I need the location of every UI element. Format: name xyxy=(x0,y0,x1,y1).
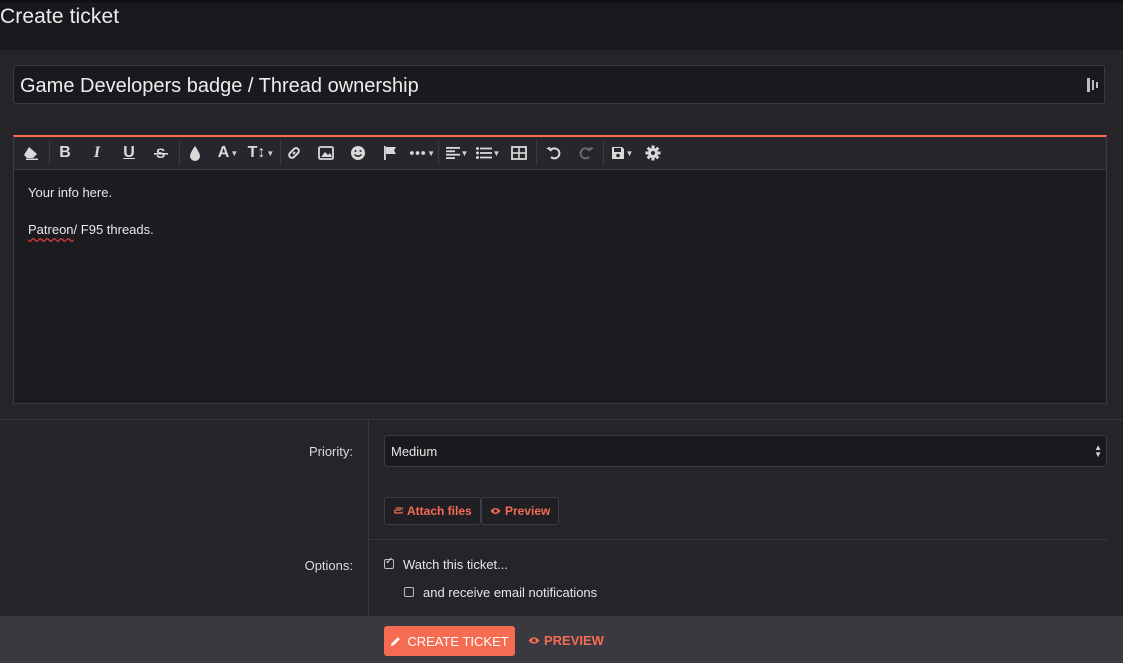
image-icon[interactable] xyxy=(317,144,335,162)
options-label: Options: xyxy=(304,558,353,573)
watch-ticket-checkbox[interactable] xyxy=(384,556,394,569)
misspelled-word: Patreon xyxy=(28,222,74,237)
attach-files-button[interactable]: Attach files xyxy=(384,497,481,525)
toolbar-separator xyxy=(179,141,180,165)
page-header: Create ticket xyxy=(0,0,1123,50)
color-icon[interactable] xyxy=(187,144,203,162)
select-arrows-icon: ▲ ▼ xyxy=(1094,443,1102,459)
priority-value: Medium xyxy=(391,444,438,459)
toolbar-separator xyxy=(280,141,281,165)
toolbar-separator xyxy=(536,141,537,165)
italic-icon[interactable]: I xyxy=(88,144,106,162)
link-icon[interactable] xyxy=(285,144,303,162)
font-family-label: A xyxy=(217,144,230,161)
preview-label: Preview xyxy=(505,504,551,518)
editor-line: Patreon/ F95 threads. xyxy=(28,222,154,237)
font-size-label: T↕ xyxy=(247,144,266,161)
editor-line: Your info here. xyxy=(28,185,113,200)
priority-select[interactable]: Medium ▲ ▼ xyxy=(384,435,1107,467)
flag-icon[interactable] xyxy=(381,144,399,162)
drafts-icon[interactable]: ▼ xyxy=(608,144,636,162)
more-icon[interactable]: ▼ xyxy=(409,144,435,162)
paperclip-icon xyxy=(393,507,403,514)
create-ticket-button[interactable]: CREATE TICKET xyxy=(384,626,515,656)
toolbar-separator xyxy=(49,141,50,165)
font-size-icon[interactable]: T↕ ▼ xyxy=(246,144,276,162)
form-footer: CREATE TICKET PREVIEW xyxy=(0,616,1123,663)
top-border xyxy=(0,0,1123,3)
align-icon[interactable]: ▼ xyxy=(444,144,470,162)
undo-icon[interactable] xyxy=(545,144,563,162)
watch-ticket-label: Watch this ticket... xyxy=(403,557,508,572)
ticket-form: Priority: Medium ▲ ▼ Attach files Preview… xyxy=(0,419,1123,617)
email-notifications-label: and receive email notifications xyxy=(423,585,598,600)
list-icon[interactable]: ▼ xyxy=(474,144,502,162)
input-addon-icon[interactable] xyxy=(1087,78,1099,97)
smiley-icon[interactable] xyxy=(349,144,367,162)
preview-button[interactable]: Preview xyxy=(481,497,560,525)
eye-icon xyxy=(490,508,501,514)
editor-line-rest: / F95 threads. xyxy=(73,222,154,237)
bold-icon[interactable]: B xyxy=(56,144,74,162)
ticket-title-input[interactable]: Game Developers badge / Thread ownership xyxy=(13,65,1105,104)
pencil-icon xyxy=(391,636,401,646)
strikethrough-icon[interactable]: S xyxy=(152,144,170,162)
form-divider xyxy=(368,539,1108,540)
editor-content[interactable]: Your info here. Patreon/ F95 threads. xyxy=(28,185,154,259)
create-ticket-label: CREATE TICKET xyxy=(407,633,509,649)
rich-text-editor[interactable]: B I U S A▼ T↕▼ ▼ xyxy=(13,135,1107,404)
toolbar-separator xyxy=(438,141,439,165)
attach-files-label: Attach files xyxy=(407,504,472,518)
ticket-title-value: Game Developers badge / Thread ownership xyxy=(20,75,419,97)
eye-icon xyxy=(528,637,540,644)
eraser-icon[interactable] xyxy=(22,144,40,162)
footer-preview-button[interactable]: PREVIEW xyxy=(528,633,604,648)
font-family-icon[interactable]: A ▼ xyxy=(214,144,242,162)
table-icon[interactable] xyxy=(510,144,528,162)
footer-preview-label: PREVIEW xyxy=(544,633,604,648)
settings-icon[interactable] xyxy=(644,144,662,162)
page-title: Create ticket xyxy=(0,5,120,28)
underline-icon[interactable]: U xyxy=(120,144,138,162)
priority-label: Priority: xyxy=(308,444,353,459)
editor-toolbar: B I U S A▼ T↕▼ ▼ xyxy=(14,137,1106,170)
email-notifications-checkbox[interactable] xyxy=(404,587,414,597)
redo-icon[interactable] xyxy=(577,144,595,162)
toolbar-separator xyxy=(603,141,604,165)
